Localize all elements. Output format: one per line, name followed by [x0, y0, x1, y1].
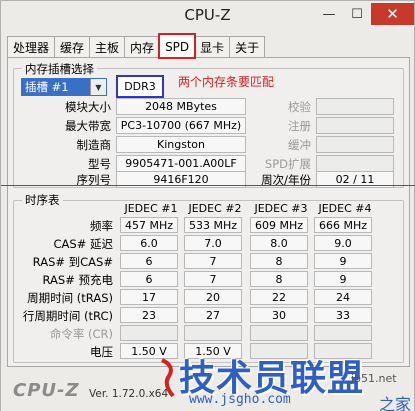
module-size-label: 模块大小 [65, 100, 111, 114]
timing-row-label: RAS# 到CAS# [32, 255, 113, 269]
timing-cell: 17 [120, 289, 178, 305]
version-text: Ver. 1.72.0.x64 [89, 388, 169, 400]
timing-col-3: JEDEC #3 [254, 202, 308, 215]
timing-row-label: 周期时间 (tRAS) [27, 291, 113, 305]
minimize-button[interactable]: — [314, 3, 344, 25]
timing-col-4: JEDEC #4 [318, 202, 372, 215]
tab-mainboard[interactable]: 主板 [89, 36, 126, 58]
tab-spd[interactable]: SPD [158, 33, 197, 59]
buffered-label: 缓冲 [288, 138, 311, 152]
timing-cell [314, 325, 372, 341]
module-size-field: 2048 MBytes [116, 98, 246, 115]
title-bar: CPU-Z — ☐ ✕ [1, 1, 414, 31]
watermark-home-text: 之家 [379, 395, 412, 411]
slot-group-legend: 内存插槽选择 [22, 61, 97, 77]
timing-cell: 30 [250, 307, 308, 323]
close-button[interactable]: ✕ [371, 3, 414, 25]
slot-dropdown-value: 插槽 #1 [22, 79, 90, 95]
timing-cell: 9 [314, 271, 372, 287]
slot-dropdown[interactable]: 插槽 #1 ▼ [21, 78, 107, 96]
timing-cell: 7.0 [184, 235, 242, 251]
watermark-url: www.jsgho.com [189, 392, 291, 407]
timing-cell: 666 MHz [314, 217, 372, 233]
registered-label: 注册 [288, 119, 311, 133]
tab-cache[interactable]: 缓存 [54, 36, 91, 58]
timing-cell: 609 MHz [250, 217, 308, 233]
brand-logo: CPU-Z [13, 380, 80, 401]
timing-row-label: RAS# 预充电 [42, 273, 113, 287]
timing-row-label: 电压 [90, 345, 113, 359]
tab-processor[interactable]: 处理器 [7, 36, 56, 58]
timing-cell: 533 MHz [184, 217, 242, 233]
tab-graphics[interactable]: 显卡 [194, 36, 231, 58]
timing-row-label: CAS# 延迟 [53, 237, 114, 251]
timing-cell: 33 [314, 307, 372, 323]
timing-cell: 7 [184, 271, 242, 287]
timing-cell [120, 325, 178, 341]
timing-cell: 6 [120, 253, 178, 269]
timing-cell [184, 325, 242, 341]
tab-bar: 处理器 缓存 主板 内存 SPD 显卡 关于 [7, 33, 266, 59]
timing-cell [250, 325, 308, 341]
tab-memory[interactable]: 内存 [124, 36, 161, 58]
chevron-down-icon[interactable]: ▼ [90, 79, 106, 95]
part-number-field: 9905471-001.A00LF [116, 155, 246, 172]
registered-field [316, 117, 394, 134]
watermark-small-text: jb51.net [351, 372, 397, 385]
maximize-button[interactable]: ☐ [344, 3, 370, 25]
timing-cell: 9.0 [314, 235, 372, 251]
timing-cell: 23 [120, 307, 178, 323]
timing-cell: 6.0 [120, 235, 178, 251]
cpuz-window: CPU-Z — ☐ ✕ 处理器 缓存 主板 内存 SPD 显卡 关于 内存插槽选… [0, 0, 415, 411]
timing-cell: 457 MHz [120, 217, 178, 233]
ecc-field [316, 98, 394, 115]
max-bandwidth-label: 最大带宽 [65, 119, 111, 133]
timing-cell: 7 [184, 253, 242, 269]
annotation-line [1, 185, 415, 186]
timing-row-label: 频率 [90, 219, 113, 233]
spd-ext-field [316, 155, 394, 172]
timing-row-label: 行周期时间 (tRC) [22, 309, 113, 323]
timing-cell: 22 [250, 289, 308, 305]
ecc-label: 校验 [288, 100, 311, 114]
timing-cell: 24 [314, 289, 372, 305]
manufacturer-label: 制造商 [76, 138, 112, 152]
timing-col-1: JEDEC #1 [124, 202, 178, 215]
timing-cell: 8 [250, 271, 308, 287]
memory-type-field: DDR3 [116, 75, 164, 98]
part-number-label: 型号 [88, 157, 111, 171]
timing-cell: 6 [120, 271, 178, 287]
timing-row-label: 命令率 (CR) [49, 327, 113, 341]
timing-cell: 20 [184, 289, 242, 305]
max-bandwidth-field: PC3-10700 (667 MHz) [116, 117, 246, 134]
buffered-field [316, 136, 394, 153]
timing-cell: 9 [314, 253, 372, 269]
timing-cell: 27 [184, 307, 242, 323]
spd-ext-label: SPD扩展 [264, 157, 311, 171]
watermark-logo-icon [161, 358, 175, 398]
timing-cell: 8 [250, 253, 308, 269]
manufacturer-field: Kingston [116, 136, 246, 153]
timing-group-legend: 时序表 [22, 192, 63, 208]
timing-col-2: JEDEC #2 [188, 202, 242, 215]
tab-about[interactable]: 关于 [229, 36, 266, 58]
timing-cell: 8.0 [250, 235, 308, 251]
timing-cell: 1.50 V [120, 343, 178, 359]
